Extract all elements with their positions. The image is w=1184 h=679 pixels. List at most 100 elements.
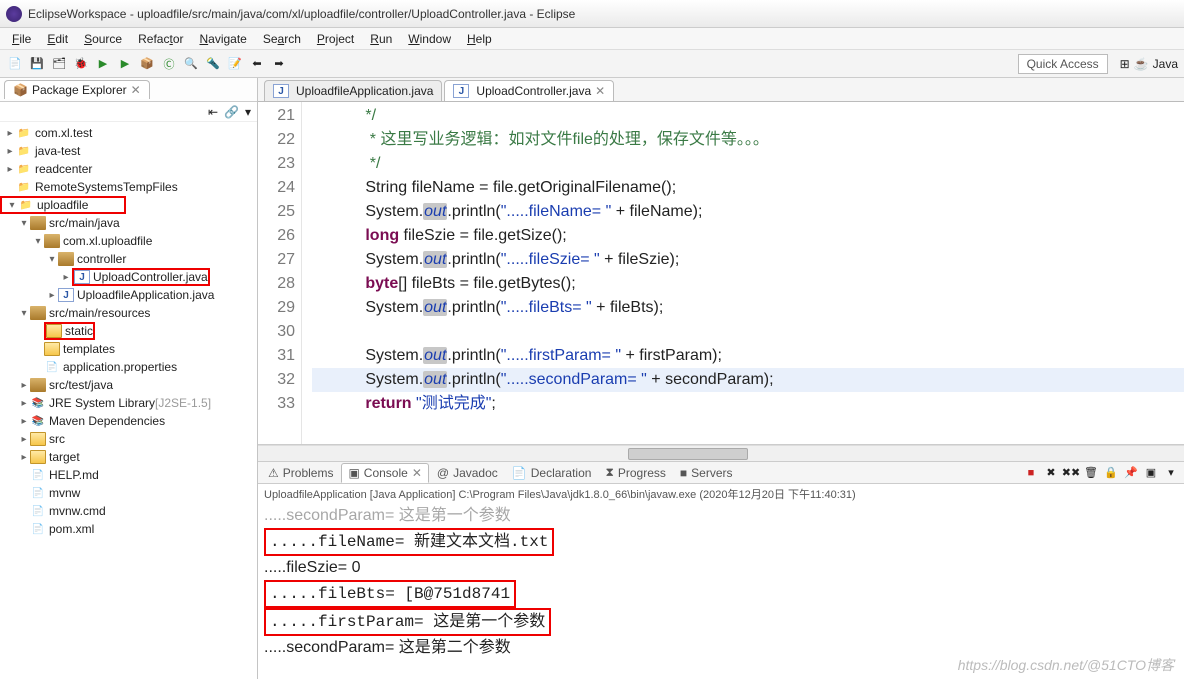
console-row-filebts: .....fileBts= [B@751d8741 xyxy=(264,580,516,608)
tree-item[interactable]: java-test xyxy=(35,144,80,158)
menu-search[interactable]: Search xyxy=(255,30,309,48)
view-menu-icon[interactable]: ▾ xyxy=(245,105,251,119)
tree-item[interactable]: templates xyxy=(63,342,115,356)
new-package-icon[interactable]: 📦 xyxy=(138,55,156,73)
tab-uploadcontroller[interactable]: J UploadController.java ✕ xyxy=(444,80,614,101)
new-class-icon[interactable]: Ⓒ xyxy=(160,55,178,73)
package-explorer-tab[interactable]: 📦 Package Explorer ✕ xyxy=(4,80,150,99)
console-row: .....fileSzie= 0 xyxy=(264,556,1178,580)
menu-edit[interactable]: Edit xyxy=(39,30,76,48)
problems-icon: ⚠ xyxy=(268,466,279,480)
tree-item[interactable]: application.properties xyxy=(63,360,177,374)
console-row: .....secondParam= 这是第一个参数 xyxy=(264,504,1178,528)
tab-console[interactable]: ▣Console✕ xyxy=(341,463,428,483)
tab-javadoc[interactable]: @Javadoc xyxy=(431,464,504,482)
open-perspective-icon[interactable]: ⊞ xyxy=(1120,57,1130,71)
debug-icon[interactable]: 🐞 xyxy=(72,55,90,73)
console-icon: ▣ xyxy=(348,466,359,480)
tree-item[interactable]: JRE System Library xyxy=(49,396,155,410)
menu-help[interactable]: Help xyxy=(459,30,500,48)
search-icon[interactable]: 🔦 xyxy=(204,55,222,73)
menu-project[interactable]: Project xyxy=(309,30,362,48)
tab-servers[interactable]: ■Servers xyxy=(674,464,739,482)
display-selected-icon[interactable]: ▣ xyxy=(1142,464,1160,482)
menu-source[interactable]: Source xyxy=(76,30,130,48)
tree-uploadfile[interactable]: uploadfile xyxy=(37,198,88,212)
tree-static[interactable]: static xyxy=(65,324,93,338)
open-type-icon[interactable]: 🔍 xyxy=(182,55,200,73)
save-icon[interactable]: 💾 xyxy=(28,55,46,73)
scroll-lock-icon[interactable]: 🔒 xyxy=(1102,464,1120,482)
console-row-filename: .....fileName= 新建文本文档.txt xyxy=(264,528,554,556)
java-file-icon: J xyxy=(273,84,289,98)
tree-item[interactable]: src xyxy=(49,432,65,446)
tab-progress[interactable]: ⧗Progress xyxy=(599,463,671,482)
new-icon[interactable]: 📄 xyxy=(6,55,24,73)
tree-item[interactable]: mvnw xyxy=(49,486,80,500)
project-tree[interactable]: ▸📁com.xl.test ▸📁java-test ▸📁readcenter 📁… xyxy=(0,122,257,679)
java-perspective-icon[interactable]: ☕ xyxy=(1134,57,1149,71)
tree-item[interactable]: com.xl.test xyxy=(35,126,92,140)
open-console-icon[interactable]: ▾ xyxy=(1162,464,1180,482)
progress-icon: ⧗ xyxy=(605,465,613,480)
tree-lib-suffix: [J2SE-1.5] xyxy=(155,396,211,410)
perspective-switcher[interactable]: ⊞ ☕ Java xyxy=(1120,57,1178,71)
tree-item[interactable]: src/test/java xyxy=(49,378,113,392)
quick-access[interactable]: Quick Access xyxy=(1018,54,1108,74)
pin-console-icon[interactable]: 📌 xyxy=(1122,464,1140,482)
tree-uploadcontroller[interactable]: UploadController.java xyxy=(93,270,208,284)
menu-run[interactable]: Run xyxy=(362,30,400,48)
package-explorer-view: 📦 Package Explorer ✕ ⇤ 🔗 ▾ ▸📁com.xl.test… xyxy=(0,78,258,679)
tree-item[interactable]: src/main/java xyxy=(49,216,120,230)
window-title: EclipseWorkspace - uploadfile/src/main/j… xyxy=(28,7,1178,21)
console-launch-info: UploadfileApplication [Java Application]… xyxy=(258,484,1184,504)
code-editor[interactable]: 21 22 23 24 25 26 27 28 29 30 31 32 33 *… xyxy=(258,102,1184,445)
nav-back-icon[interactable]: ⬅ xyxy=(248,55,266,73)
view-tab-bar: 📦 Package Explorer ✕ xyxy=(0,78,257,102)
tree-item[interactable]: UploadfileApplication.java xyxy=(77,288,214,302)
tab-problems[interactable]: ⚠Problems xyxy=(262,464,339,482)
console-output[interactable]: .....secondParam= 这是第一个参数 .....fileName=… xyxy=(258,504,1184,679)
javadoc-icon: @ xyxy=(437,466,449,480)
tree-item[interactable]: HELP.md xyxy=(49,468,99,482)
link-editor-icon[interactable]: 🔗 xyxy=(224,105,239,119)
tab-declaration[interactable]: 📄Declaration xyxy=(506,464,598,482)
nav-fwd-icon[interactable]: ➡ xyxy=(270,55,288,73)
run-icon[interactable]: ▶ xyxy=(94,55,112,73)
save-all-icon[interactable]: 🗂 xyxy=(50,55,68,73)
tree-item[interactable]: readcenter xyxy=(35,162,92,176)
package-explorer-title: Package Explorer xyxy=(32,83,127,97)
menu-bar: File Edit Source Refactor Navigate Searc… xyxy=(0,28,1184,50)
remove-all-terminated-icon[interactable]: ✖✖ xyxy=(1062,464,1080,482)
tree-item[interactable]: com.xl.uploadfile xyxy=(63,234,152,248)
tab-uploadfileapplication[interactable]: J UploadfileApplication.java xyxy=(264,80,442,101)
close-icon[interactable]: ✕ xyxy=(595,84,605,98)
perspective-label: Java xyxy=(1153,57,1178,71)
annotation-icon[interactable]: 📝 xyxy=(226,55,244,73)
title-bar: EclipseWorkspace - uploadfile/src/main/j… xyxy=(0,0,1184,28)
menu-file[interactable]: File xyxy=(4,30,39,48)
clear-console-icon[interactable]: 🗑 xyxy=(1082,464,1100,482)
menu-refactor[interactable]: Refactor xyxy=(130,30,191,48)
bottom-tabs: ⚠Problems ▣Console✕ @Javadoc 📄Declaratio… xyxy=(258,462,1184,484)
tree-item[interactable]: Maven Dependencies xyxy=(49,414,165,428)
menu-window[interactable]: Window xyxy=(400,30,459,48)
tree-item[interactable]: mvnw.cmd xyxy=(49,504,106,518)
terminate-icon[interactable]: ■ xyxy=(1022,464,1040,482)
menu-navigate[interactable]: Navigate xyxy=(191,30,254,48)
close-icon[interactable]: ✕ xyxy=(131,83,141,97)
tree-item[interactable]: target xyxy=(49,450,80,464)
run-last-icon[interactable]: ▶ xyxy=(116,55,134,73)
tree-item[interactable]: pom.xml xyxy=(49,522,94,536)
view-toolbar: ⇤ 🔗 ▾ xyxy=(0,102,257,122)
editor-scrollbar-h[interactable] xyxy=(258,445,1184,461)
remove-launch-icon[interactable]: ✖ xyxy=(1042,464,1060,482)
tree-item[interactable]: RemoteSystemsTempFiles xyxy=(35,180,178,194)
tree-item[interactable]: src/main/resources xyxy=(49,306,150,320)
collapse-all-icon[interactable]: ⇤ xyxy=(208,105,218,119)
watermark: https://blog.csdn.net/@51CTO博客 xyxy=(958,655,1174,675)
tree-item[interactable]: controller xyxy=(77,252,126,266)
console-row-firstparam: .....firstParam= 这是第一个参数 xyxy=(264,608,551,636)
close-icon[interactable]: ✕ xyxy=(412,466,422,480)
code-area[interactable]: */ * 这里写业务逻辑：如对文件file的处理，保存文件等。。。 */ Str… xyxy=(302,102,1184,444)
